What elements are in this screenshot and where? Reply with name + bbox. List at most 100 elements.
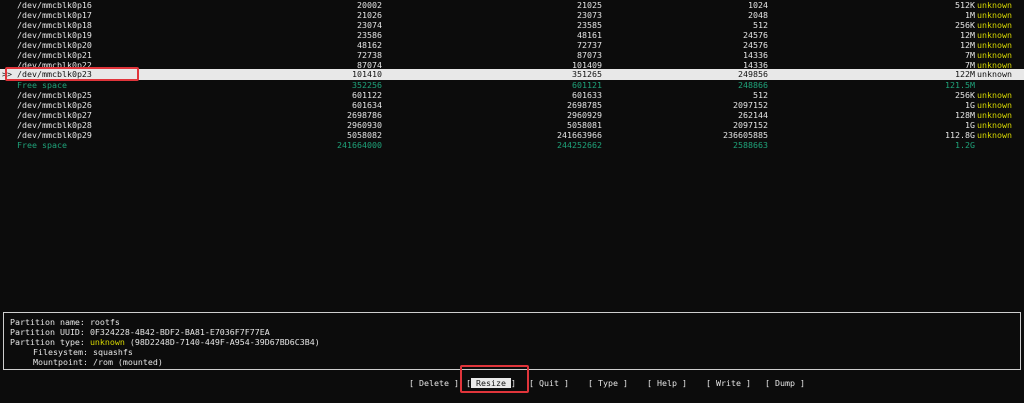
partition-type: unknown (977, 69, 1012, 79)
partition-size: 12M (960, 40, 975, 50)
table-row[interactable]: /dev/mmcblk0p18 23074 23585 512 256K unk… (0, 20, 1024, 30)
info-value: squashfs (92, 347, 133, 357)
partition-device: /dev/mmcblk0p25 (17, 90, 92, 100)
partition-type: unknown (977, 90, 1012, 100)
partition-start: 2960930 (347, 120, 382, 130)
partition-info-panel: Partition name: rootfs Partition UUID: 0… (3, 312, 1021, 370)
partition-size: 121.5M (945, 80, 975, 90)
table-row[interactable]: /dev/mmcblk0p20 48162 72737 24576 12M un… (0, 40, 1024, 50)
menu-type[interactable]: [ Type ] (588, 377, 628, 389)
partition-end: 2960929 (567, 110, 602, 120)
partition-end: 87073 (577, 50, 602, 60)
info-type-guid: (98D2248D-7140-449F-A954-39D67BD6C3B4) (129, 337, 320, 347)
info-label: Partition UUID: (10, 327, 85, 337)
partition-start: 20002 (357, 0, 382, 10)
partition-size: 256K (955, 20, 975, 30)
selection-cursor: >> (2, 69, 12, 79)
partition-start: 23074 (357, 20, 382, 30)
partition-size: 1.2G (955, 140, 975, 150)
partition-start: 21026 (357, 10, 382, 20)
menu-help[interactable]: [ Help ] (647, 377, 687, 389)
partition-start: 352256 (352, 80, 382, 90)
menu-resize[interactable]: [ Resize ] (466, 377, 516, 389)
partition-start: 5058082 (347, 130, 382, 140)
info-label: Partition type: (10, 337, 85, 347)
partition-start: 601634 (352, 100, 382, 110)
partition-size: 512K (955, 0, 975, 10)
partition-device: /dev/mmcblk0p21 (17, 50, 92, 60)
action-menu: [ Delete ] [ Resize ] [ Quit ] [ Type ] … (0, 377, 1024, 389)
info-value: 0F324228-4B42-BDF2-BA81-E7036F7F77EA (89, 327, 270, 337)
table-row[interactable]: /dev/mmcblk0p29 5058082 241663966 236605… (0, 130, 1024, 140)
partition-sectors: 24576 (743, 40, 768, 50)
partition-end: 23585 (577, 20, 602, 30)
partition-start: 23586 (357, 30, 382, 40)
partition-device: Free space (17, 80, 67, 90)
partition-sectors: 249856 (738, 69, 768, 79)
partition-sectors: 14336 (743, 50, 768, 60)
partition-end: 5058081 (567, 120, 602, 130)
partition-type: unknown (977, 130, 1012, 140)
partition-sectors: 2588663 (733, 140, 768, 150)
partition-device: /dev/mmcblk0p17 (17, 10, 92, 20)
partition-device: /dev/mmcblk0p16 (17, 0, 92, 10)
partition-size: 256K (955, 90, 975, 100)
partition-size: 1G (965, 100, 975, 110)
partition-end: 21025 (577, 0, 602, 10)
partition-type: unknown (977, 10, 1012, 20)
table-row[interactable]: /dev/mmcblk0p19 23586 48161 24576 12M un… (0, 30, 1024, 40)
partition-end: 241663966 (557, 130, 602, 140)
menu-delete[interactable]: [ Delete ] (409, 377, 459, 389)
partition-type: unknown (977, 20, 1012, 30)
partition-device: /dev/mmcblk0p18 (17, 20, 92, 30)
partition-type: unknown (977, 100, 1012, 110)
menu-quit[interactable]: [ Quit ] (529, 377, 569, 389)
partition-device: /dev/mmcblk0p27 (17, 110, 92, 120)
table-row[interactable]: /dev/mmcblk0p28 2960930 5058081 2097152 … (0, 120, 1024, 130)
partition-sectors: 262144 (738, 110, 768, 120)
partition-type: unknown (977, 40, 1012, 50)
partition-size: 7M (965, 50, 975, 60)
partition-size: 12M (960, 30, 975, 40)
partition-device: /dev/mmcblk0p23 (17, 69, 92, 79)
table-row-free-space[interactable]: Free space 241664000 244252662 2588663 1… (0, 140, 1024, 150)
partition-sectors: 236605885 (723, 130, 768, 140)
partition-type: unknown (977, 120, 1012, 130)
partition-size: 112.8G (945, 130, 975, 140)
table-row-free-space[interactable]: Free space 352256 601121 248866 121.5M (0, 80, 1024, 90)
info-filesystem: Filesystem: squashfs (33, 347, 133, 357)
info-value: /rom (mounted) (92, 357, 163, 367)
partition-sectors: 512 (753, 90, 768, 100)
info-mountpoint: Mountpoint: /rom (mounted) (33, 357, 163, 367)
partition-sectors: 24576 (743, 30, 768, 40)
menu-dump[interactable]: [ Dump ] (765, 377, 805, 389)
table-row[interactable]: /dev/mmcblk0p26 601634 2698785 2097152 1… (0, 100, 1024, 110)
partition-sectors: 1024 (748, 0, 768, 10)
partition-device: /dev/mmcblk0p29 (17, 130, 92, 140)
table-row-selected[interactable]: >> /dev/mmcblk0p23 101410 351265 249856 … (0, 69, 1024, 80)
partition-end: 601121 (572, 80, 602, 90)
info-label: Mountpoint: (33, 357, 88, 367)
table-row[interactable]: /dev/mmcblk0p21 72738 87073 14336 7M unk… (0, 50, 1024, 60)
partition-end: 23073 (577, 10, 602, 20)
table-row[interactable]: /dev/mmcblk0p17 21026 23073 2048 1M unkn… (0, 10, 1024, 20)
partition-start: 48162 (357, 40, 382, 50)
partition-end: 601633 (572, 90, 602, 100)
partition-size: 1G (965, 120, 975, 130)
partition-sectors: 2097152 (733, 120, 768, 130)
partition-start: 2698786 (347, 110, 382, 120)
table-row[interactable]: /dev/mmcblk0p27 2698786 2960929 262144 1… (0, 110, 1024, 120)
partition-end: 351265 (572, 69, 602, 79)
partition-device: /dev/mmcblk0p28 (17, 120, 92, 130)
table-row[interactable]: /dev/mmcblk0p25 601122 601633 512 256K u… (0, 90, 1024, 100)
info-label: Filesystem: (33, 347, 88, 357)
partition-device: Free space (17, 140, 67, 150)
table-row[interactable]: /dev/mmcblk0p16 20002 21025 1024 512K un… (0, 0, 1024, 10)
info-value: rootfs (89, 317, 120, 327)
partition-start: 241664000 (337, 140, 382, 150)
partition-start: 601122 (352, 90, 382, 100)
fdisk-terminal: /dev/mmcblk0p16 20002 21025 1024 512K un… (0, 0, 1024, 403)
partition-device: /dev/mmcblk0p20 (17, 40, 92, 50)
info-partition-name: Partition name: rootfs (10, 317, 120, 327)
menu-write[interactable]: [ Write ] (706, 377, 751, 389)
